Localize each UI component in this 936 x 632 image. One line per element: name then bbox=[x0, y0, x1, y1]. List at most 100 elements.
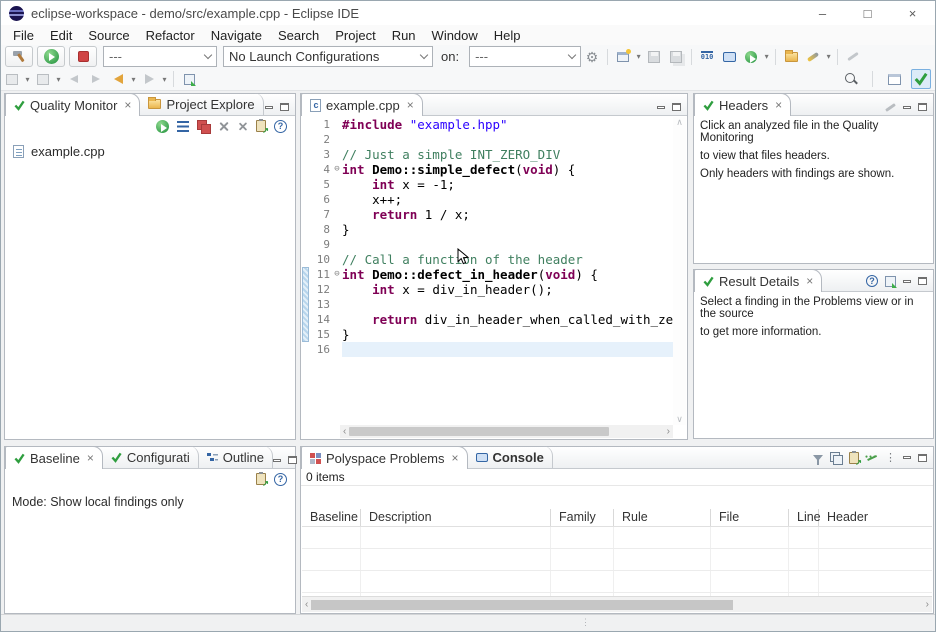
scroll-left-icon[interactable]: ‹ bbox=[340, 426, 349, 437]
coverage-dropdown[interactable]: ▾ bbox=[762, 52, 771, 61]
filter-icon[interactable] bbox=[813, 455, 823, 461]
code-line-16[interactable]: 16 bbox=[302, 342, 673, 357]
problems-horizontal-scrollbar[interactable]: ‹ › bbox=[302, 596, 932, 612]
code-line-11[interactable]: 11⊖int Demo::defect_in_header(void) { bbox=[302, 267, 673, 282]
tab-polyspace-problems[interactable]: Polyspace Problems × bbox=[301, 446, 468, 469]
column-header-rule[interactable]: Rule bbox=[614, 509, 711, 526]
scrollbar-thumb[interactable] bbox=[311, 600, 733, 610]
column-header-line[interactable]: Line bbox=[789, 509, 819, 526]
export-icon[interactable] bbox=[849, 452, 859, 464]
editor-horizontal-scrollbar[interactable]: ‹ › bbox=[340, 425, 673, 438]
remove-icon[interactable] bbox=[218, 121, 229, 132]
stop-button[interactable] bbox=[69, 46, 97, 67]
fold-marker-icon[interactable]: ⊖ bbox=[332, 162, 342, 177]
menu-project[interactable]: Project bbox=[327, 28, 383, 43]
menu-window[interactable]: Window bbox=[424, 28, 486, 43]
maximize-editor-button[interactable] bbox=[672, 103, 681, 111]
close-window-button[interactable]: × bbox=[890, 1, 935, 25]
build-button[interactable] bbox=[5, 46, 33, 67]
prev-annotation-button[interactable] bbox=[32, 69, 54, 90]
pin-icon[interactable] bbox=[885, 276, 896, 287]
clear-icon[interactable] bbox=[885, 103, 896, 112]
code-line-12[interactable]: 12 int x = div_in_header(); bbox=[302, 282, 673, 297]
open-task-button[interactable] bbox=[780, 46, 802, 67]
minimize-view-button[interactable] bbox=[903, 456, 911, 459]
code-line-9[interactable]: 9 bbox=[302, 237, 673, 252]
minimize-view-button[interactable] bbox=[903, 106, 911, 109]
code-line-4[interactable]: 4⊖int Demo::simple_defect(void) { bbox=[302, 162, 673, 177]
help-icon[interactable]: ? bbox=[274, 473, 287, 486]
run-options-icon[interactable] bbox=[177, 121, 189, 132]
next-annotation-dropdown[interactable]: ▾ bbox=[23, 75, 32, 84]
launch-target-settings-button[interactable]: ⚙ bbox=[581, 46, 603, 67]
back-history-disabled-button[interactable] bbox=[63, 69, 85, 90]
minimize-view-button[interactable] bbox=[273, 459, 281, 462]
code-line-2[interactable]: 2 bbox=[302, 132, 673, 147]
column-header-file[interactable]: File bbox=[711, 509, 789, 526]
minimize-view-button[interactable] bbox=[903, 280, 911, 283]
code-line-3[interactable]: 3// Just a simple INT_ZERO_DIV bbox=[302, 147, 673, 162]
maximize-window-button[interactable]: □ bbox=[845, 1, 890, 25]
back-button[interactable] bbox=[107, 69, 129, 90]
last-edit-location-button[interactable] bbox=[178, 69, 200, 90]
fold-marker-icon[interactable]: ⊖ bbox=[332, 267, 342, 282]
polyspace-perspective-button[interactable] bbox=[911, 69, 931, 89]
code-line-1[interactable]: 1#include "example.hpp" bbox=[302, 117, 673, 132]
help-icon[interactable]: ? bbox=[866, 275, 878, 287]
save-all-button[interactable] bbox=[665, 46, 687, 67]
tab-quality-monitor[interactable]: Quality Monitor × bbox=[5, 93, 140, 116]
code-line-8[interactable]: 8} bbox=[302, 222, 673, 237]
search-button[interactable] bbox=[840, 69, 862, 90]
tab-console[interactable]: Console bbox=[468, 446, 553, 468]
tab-result-details[interactable]: Result Details × bbox=[694, 269, 822, 292]
column-header-baseline[interactable]: Baseline bbox=[302, 509, 361, 526]
forward-button[interactable] bbox=[138, 69, 160, 90]
tab-configuration[interactable]: Configurati bbox=[103, 446, 199, 468]
scroll-right-icon[interactable]: › bbox=[923, 599, 932, 610]
code-line-10[interactable]: 10// Call a function of the header bbox=[302, 252, 673, 267]
menu-run[interactable]: Run bbox=[384, 28, 424, 43]
tab-headers[interactable]: Headers × bbox=[694, 93, 791, 116]
annotate-button[interactable] bbox=[842, 46, 864, 67]
maximize-view-button[interactable] bbox=[918, 454, 927, 462]
run-button[interactable] bbox=[37, 46, 65, 67]
view-menu-icon[interactable]: ⋮ bbox=[885, 451, 896, 464]
menu-help[interactable]: Help bbox=[486, 28, 529, 43]
forward-history-disabled-button[interactable] bbox=[85, 69, 107, 90]
help-icon[interactable]: ? bbox=[274, 120, 287, 133]
new-wizard-button[interactable] bbox=[612, 46, 634, 67]
code-line-15[interactable]: 15} bbox=[302, 327, 673, 342]
code-line-7[interactable]: 7 return 1 / x; bbox=[302, 207, 673, 222]
menu-edit[interactable]: Edit bbox=[42, 28, 80, 43]
back-dropdown[interactable]: ▾ bbox=[129, 75, 138, 84]
launch-config-combo[interactable]: No Launch Configurations bbox=[223, 46, 433, 67]
editor-vertical-scrollbar[interactable]: ∧ ∨ bbox=[673, 117, 686, 425]
launch-target-combo[interactable]: --- bbox=[469, 46, 581, 67]
prev-annotation-dropdown[interactable]: ▾ bbox=[54, 75, 63, 84]
close-icon[interactable]: × bbox=[452, 451, 459, 465]
tab-editor-example-cpp[interactable]: example.cpp × bbox=[301, 93, 423, 116]
code-line-13[interactable]: 13 bbox=[302, 297, 673, 312]
tab-outline[interactable]: Outline bbox=[199, 446, 273, 468]
tab-baseline[interactable]: Baseline × bbox=[5, 446, 103, 469]
code-area[interactable]: 1#include "example.hpp"23// Just a simpl… bbox=[302, 117, 673, 425]
new-wizard-dropdown[interactable]: ▾ bbox=[634, 52, 643, 61]
minimize-view-button[interactable] bbox=[265, 106, 273, 109]
load-baseline-icon[interactable] bbox=[256, 473, 266, 485]
share-icon[interactable] bbox=[866, 452, 878, 464]
column-header-description[interactable]: Description bbox=[361, 509, 551, 526]
build-config-combo[interactable]: --- bbox=[103, 46, 217, 67]
menu-file[interactable]: File bbox=[5, 28, 42, 43]
remove-all-icon[interactable] bbox=[238, 121, 248, 131]
close-icon[interactable]: × bbox=[407, 98, 414, 112]
sash-handle[interactable]: ⋮ bbox=[581, 617, 590, 628]
launch-mode-button[interactable] bbox=[802, 46, 824, 67]
analyzed-file-item[interactable]: example.cpp bbox=[5, 136, 295, 159]
stop-all-icon[interactable] bbox=[197, 120, 210, 133]
code-line-14[interactable]: 14 return div_in_header_when_called_with… bbox=[302, 312, 673, 327]
close-icon[interactable]: × bbox=[775, 98, 782, 112]
run-analysis-icon[interactable] bbox=[156, 120, 169, 133]
code-line-6[interactable]: 6 x++; bbox=[302, 192, 673, 207]
maximize-view-button[interactable] bbox=[288, 456, 297, 464]
close-icon[interactable]: × bbox=[806, 274, 813, 288]
